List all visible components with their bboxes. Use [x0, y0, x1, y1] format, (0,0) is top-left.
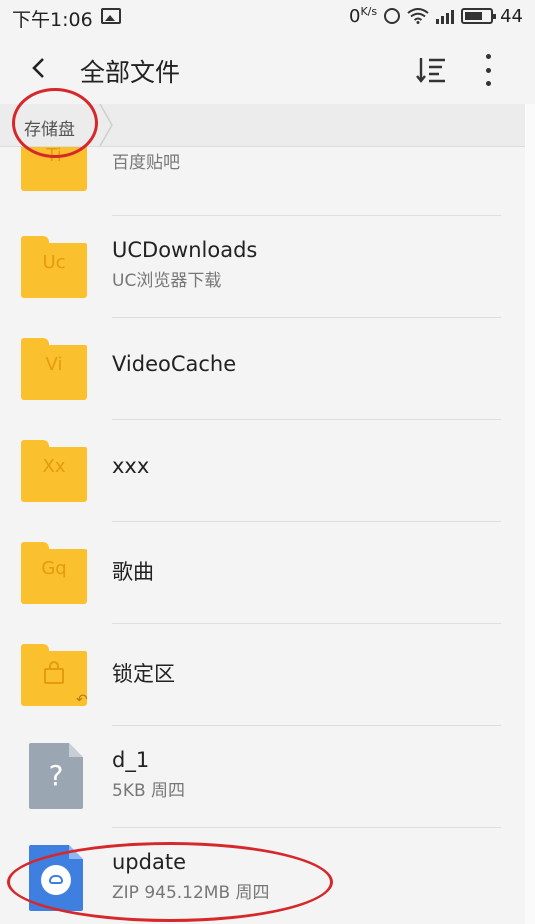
file-list: Ti tieba 百度贴吧 Uc UCDownloads UC浏览器下载 Vi … — [0, 147, 525, 924]
folder-icon: Gq — [21, 542, 87, 604]
network-speed: 0K/s — [349, 5, 377, 27]
list-item[interactable]: Uc UCDownloads UC浏览器下载 — [0, 216, 525, 318]
chevron-left-icon[interactable] — [28, 58, 48, 78]
list-item[interactable]: Ti tieba 百度贴吧 — [0, 147, 525, 216]
file-name: 歌曲 — [112, 560, 154, 584]
more-vert-icon[interactable] — [478, 54, 498, 86]
battery-level: 44 — [500, 5, 523, 27]
status-time: 下午1:06 — [12, 9, 93, 31]
network-speed-value: 0 — [348, 6, 361, 27]
file-name: VideoCache — [112, 352, 237, 376]
file-subtitle: 5KB 周四 — [112, 781, 186, 801]
breadcrumb-separator-icon — [99, 104, 113, 146]
folder-icon: Uc — [21, 236, 87, 298]
status-bar: 下午1:06 0K/s 44 — [0, 0, 535, 34]
signal-icon — [436, 8, 455, 24]
sort-icon[interactable] — [416, 56, 446, 84]
scrollbar-track — [525, 104, 535, 924]
file-name: UCDownloads — [112, 238, 258, 262]
wifi-icon — [407, 8, 429, 24]
folder-icon: Vi — [21, 338, 87, 400]
list-item[interactable]: ? d_1 5KB 周四 — [0, 726, 525, 828]
list-item[interactable]: ↶ 锁定区 — [0, 624, 525, 726]
file-name: d_1 — [112, 748, 150, 772]
unknown-file-icon: ? — [21, 743, 87, 809]
file-subtitle: 百度贴吧 — [112, 153, 180, 173]
folder-icon: Xx — [21, 440, 87, 502]
battery-icon — [461, 8, 497, 24]
lock-icon — [44, 661, 64, 684]
page-title: 全部文件 — [80, 58, 181, 87]
list-item[interactable]: Vi VideoCache — [0, 318, 525, 420]
file-name: xxx — [112, 454, 150, 478]
question-mark-icon: ? — [48, 759, 64, 792]
app-header: 全部文件 — [0, 34, 535, 104]
list-item[interactable]: Xx xxx — [0, 420, 525, 522]
undo-icon: ↶ — [76, 692, 88, 708]
folder-abbr: Gq — [41, 558, 67, 579]
folder-abbr: Xx — [42, 456, 66, 477]
network-speed-unit: K/s — [360, 5, 378, 18]
folder-abbr: Uc — [42, 252, 66, 273]
annotation-circle — [7, 842, 333, 922]
image-notification-icon — [101, 8, 121, 24]
alarm-icon — [384, 8, 401, 24]
status-indicators: 0K/s 44 — [349, 5, 523, 27]
file-subtitle: UC浏览器下载 — [112, 271, 222, 291]
locked-folder-icon: ↶ — [21, 644, 88, 708]
file-name: 锁定区 — [112, 662, 175, 686]
folder-abbr: Vi — [45, 354, 63, 375]
annotation-circle — [12, 88, 98, 158]
list-item[interactable]: Gq 歌曲 — [0, 522, 525, 624]
